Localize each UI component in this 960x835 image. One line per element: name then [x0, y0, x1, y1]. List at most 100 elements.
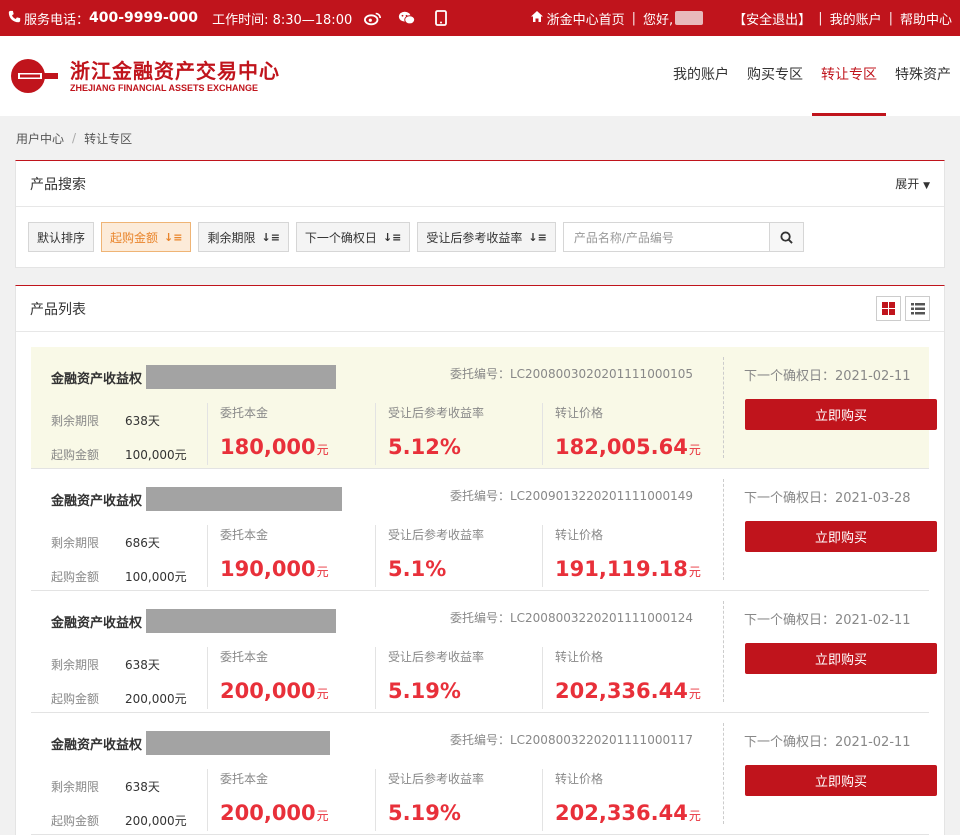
username-masked — [675, 11, 704, 25]
logo-mark — [8, 56, 60, 96]
yield-value: 5.12% — [388, 435, 461, 459]
help-center-link[interactable]: 帮助中心 — [900, 9, 952, 28]
min-amount-label: 起购金额 — [51, 569, 100, 584]
remaining-term-label: 剩余期限 — [51, 657, 100, 672]
product-card: 金融资产收益权 委托编号：LC2008003220201111000124 下一… — [31, 591, 937, 713]
product-name-masked — [146, 609, 337, 633]
logo[interactable]: 浙江金融资产交易中心 ZHEJIANG FINANCIAL ASSETS EXC… — [8, 56, 280, 96]
nav-my-account[interactable]: 我的账户 — [664, 36, 738, 116]
price-label: 转让价格 — [555, 772, 604, 786]
nav-purchase-zone[interactable]: 购买专区 — [738, 36, 812, 116]
caret-down-icon: ▼ — [923, 181, 930, 191]
remaining-term-label: 剩余期限 — [51, 413, 100, 428]
sort-min-amount-button[interactable]: 起购金额 ↓≡ — [101, 222, 192, 252]
price-value: 182,005.64 — [555, 435, 688, 459]
price-value: 202,336.44 — [555, 679, 688, 703]
sort-icon: ↓≡ — [164, 230, 183, 244]
principal-label: 委托本金 — [220, 528, 269, 542]
min-amount-label: 起购金额 — [51, 813, 100, 828]
home-link[interactable]: 浙金中心首页 — [547, 9, 625, 28]
next-confirm-day: 下一个确权日：2021-03-28 — [744, 491, 911, 506]
product-name[interactable]: 金融资产收益权 — [51, 368, 142, 387]
weibo-icon[interactable] — [364, 10, 382, 26]
product-card: 金融资产收益权 委托编号：LC2009013220201111000149 下一… — [31, 469, 937, 591]
logout-link[interactable]: 【安全退出】 — [733, 9, 811, 28]
yield-value: 5.19% — [388, 801, 461, 825]
sort-next-day-button[interactable]: 下一个确权日 ↓≡ — [295, 222, 411, 252]
min-amount-value: 100,000元 — [125, 447, 187, 462]
price-label: 转让价格 — [555, 406, 604, 420]
product-name-masked — [146, 731, 331, 755]
breadcrumb: 用户中心 / 转让专区 — [0, 116, 960, 160]
product-card: 金融资产收益权 委托编号：LC20080030202011110001​05 下… — [31, 347, 937, 469]
expand-toggle[interactable]: 展开 ▼ — [895, 175, 930, 192]
buy-now-button[interactable]: 立即购买 — [745, 521, 937, 552]
remaining-term-value: 686天 — [125, 535, 160, 550]
next-confirm-day: 下一个确权日：2021-02-11 — [744, 735, 911, 750]
breadcrumb-current: 转让专区 — [84, 131, 133, 146]
wechat-icon[interactable] — [398, 10, 416, 26]
logo-cn: 浙江金融资产交易中心 — [70, 59, 280, 83]
search-panel: 产品搜索 展开 ▼ 默认排序 起购金额 ↓≡ 剩余期限 ↓≡ 下一个确权日 ↓≡ 受让… — [15, 160, 945, 268]
price-label: 转让价格 — [555, 528, 604, 542]
principal-label: 委托本金 — [220, 406, 269, 420]
product-name[interactable]: 金融资产收益权 — [51, 734, 142, 753]
mobile-icon[interactable] — [432, 10, 450, 26]
remaining-term-label: 剩余期限 — [51, 535, 100, 550]
site-header: 浙江金融资产交易中心 ZHEJIANG FINANCIAL ASSETS EXC… — [0, 36, 960, 116]
list-view-icon — [910, 302, 925, 314]
search-icon — [780, 230, 793, 244]
product-list: 金融资产收益权 委托编号：LC20080030202011110001​05 下… — [16, 332, 944, 835]
my-account-link[interactable]: 我的账户 — [830, 9, 882, 28]
yield-label: 受让后参考收益率 — [388, 528, 485, 542]
yield-value: 5.1% — [388, 557, 447, 581]
search-button[interactable] — [769, 222, 804, 252]
principal-value: 200,000 — [220, 801, 316, 825]
price-value: 191,119.18 — [555, 557, 688, 581]
principal-value: 190,000 — [220, 557, 316, 581]
home-icon — [530, 10, 544, 27]
sort-icon: ↓≡ — [382, 230, 402, 244]
product-name[interactable]: 金融资产收益权 — [51, 490, 142, 509]
remaining-term-value: 638天 — [125, 657, 160, 672]
sort-yield-button[interactable]: 受让后参考收益率 ↓≡ — [417, 222, 556, 252]
entrust-number: 委托编号：LC2008003220201111000124 — [449, 611, 693, 625]
breadcrumb-home[interactable]: 用户中心 — [16, 130, 64, 147]
expand-label: 展开 — [895, 177, 920, 191]
grid-view-icon — [882, 302, 895, 315]
list-view-button[interactable] — [905, 296, 930, 321]
entrust-number: 委托编号：LC2008003220201111000117 — [449, 733, 693, 747]
yield-label: 受让后参考收益率 — [388, 772, 485, 786]
buy-now-button[interactable]: 立即购买 — [745, 765, 937, 796]
nav-special-assets[interactable]: 特殊资产 — [886, 36, 960, 116]
entrust-number: 委托编号：LC2009013220201111000149 — [449, 489, 693, 503]
product-list-panel: 产品列表 金融资产收益权 委托编号：LC20080030202011110001… — [15, 285, 945, 835]
next-confirm-day: 下一个确权日：2021-02-11 — [744, 369, 911, 384]
principal-value: 200,000 — [220, 679, 316, 703]
greeting: 您好, — [643, 12, 674, 28]
nav-transfer-zone[interactable]: 转让专区 — [812, 36, 886, 116]
price-value: 202,336.44 — [555, 801, 688, 825]
phone-icon — [8, 10, 21, 27]
grid-view-button[interactable] — [876, 296, 901, 321]
min-amount-value: 200,000元 — [125, 813, 187, 828]
product-name-masked — [146, 487, 343, 511]
sort-remaining-term-button[interactable]: 剩余期限 ↓≡ — [198, 222, 289, 252]
yield-value: 5.19% — [388, 679, 461, 703]
yield-label: 受让后参考收益率 — [388, 650, 485, 664]
entrust-number: 委托编号：LC20080030202011110001​05 — [449, 367, 693, 381]
principal-value: 180,000 — [220, 435, 316, 459]
product-name[interactable]: 金融资产收益权 — [51, 612, 142, 631]
phone-label: 服务电话： — [24, 12, 90, 28]
remaining-term-value: 638天 — [125, 413, 160, 428]
main-nav: 我的账户 购买专区 转让专区 特殊资产 — [664, 36, 960, 116]
breadcrumb-separator: / — [72, 131, 77, 145]
min-amount-label: 起购金额 — [51, 447, 100, 462]
search-input[interactable]: 产品名称/产品编号 — [562, 222, 770, 252]
sort-default-button[interactable]: 默认排序 — [28, 222, 95, 252]
buy-now-button[interactable]: 立即购买 — [745, 643, 937, 674]
next-confirm-day: 下一个确权日：2021-02-11 — [744, 613, 911, 628]
min-amount-value: 100,000元 — [125, 569, 187, 584]
buy-now-button[interactable]: 立即购买 — [745, 399, 937, 430]
min-amount-label: 起购金额 — [51, 691, 100, 706]
